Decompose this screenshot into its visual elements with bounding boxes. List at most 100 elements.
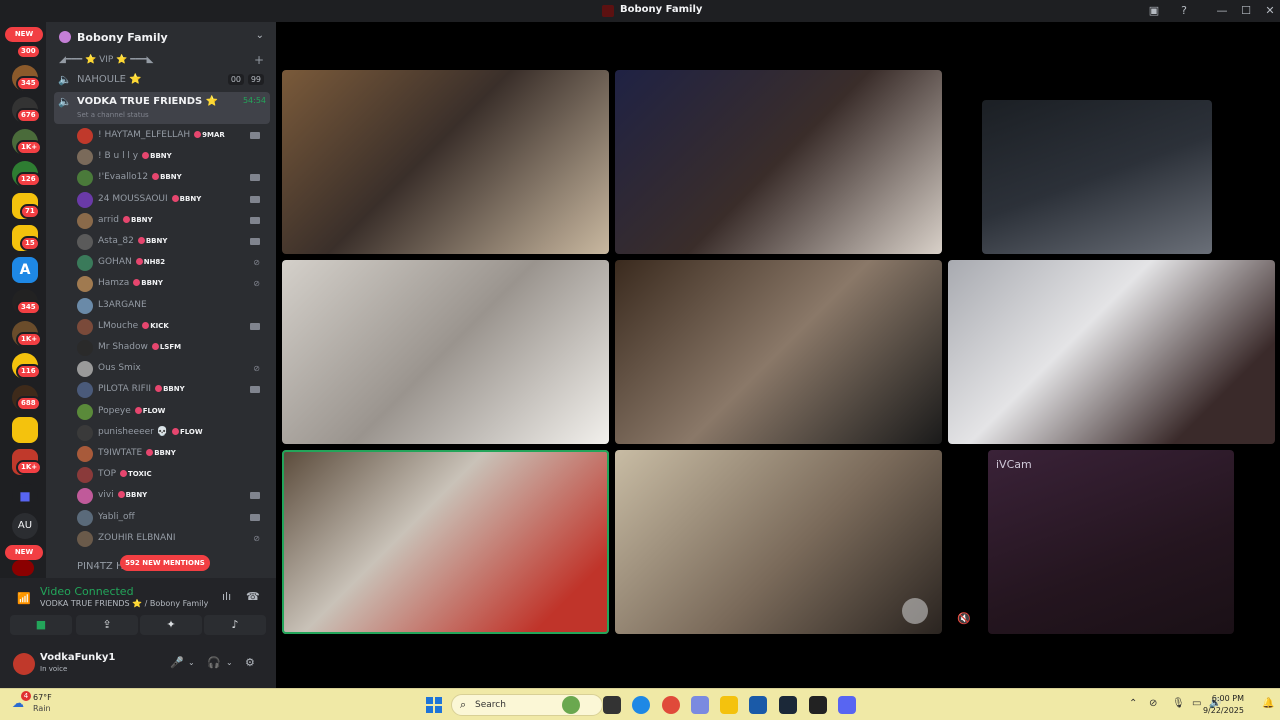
video-tile[interactable] [615,260,942,444]
taskbar-search[interactable]: ⌕ Search [451,694,603,716]
voice-member[interactable]: Yabli_off [76,508,266,528]
voice-channel-partial[interactable]: PIN4TZ H [77,561,123,572]
minimize-button[interactable]: — [1214,3,1230,19]
voice-member[interactable]: Asta_82 BBNY [76,232,266,252]
new-mentions-badge[interactable]: 592 NEW MENTIONS [120,555,210,571]
avatar [77,234,93,250]
voice-member[interactable]: Hamza BBNY ⊘ [76,274,266,294]
new-unreads-badge[interactable]: NEW [5,545,43,560]
member-name: T9IWTATE BBNY [98,448,176,458]
chevron-up-icon[interactable]: ⌃ [1129,698,1137,709]
voice-status[interactable]: Video Connected [40,585,134,598]
start-button[interactable] [426,697,442,713]
folder-icon[interactable]: ■ [12,483,38,509]
server-badge: 345 [16,76,41,91]
voice-member[interactable]: Mr Shadow LSFM [76,338,266,358]
network-icon[interactable]: ⊘ [1149,698,1157,709]
voice-member[interactable]: 24 MOUSSAOUI BBNY [76,190,266,210]
chevron-down-icon[interactable]: ⌄ [188,658,195,667]
discord-icon[interactable] [838,696,856,714]
video-tile[interactable] [982,100,1212,254]
noise-suppression-icon[interactable]: ılı [222,590,231,603]
voice-member[interactable]: ! HAYTAM_ELFELLAH 9MAR [76,126,266,146]
store-icon[interactable] [749,696,767,714]
video-tile[interactable] [615,450,942,634]
member-tag-text: KICK [150,321,169,330]
voice-member[interactable]: ZOUHIR ELBNANI ⊘ [76,529,266,549]
voice-channel-nahoule[interactable]: 🔈 NAHOULE ⭐ 00 99 [54,70,270,89]
weather-condition[interactable]: Rain [33,704,51,713]
widgets-icon[interactable] [562,696,580,714]
channel-status[interactable]: Set a channel status [77,111,149,119]
member-tag: BBNY [133,279,163,287]
obs-icon[interactable] [809,696,827,714]
chrome-icon[interactable] [662,696,680,714]
headphones-icon[interactable]: 🎧 [207,656,221,669]
voice-member[interactable]: PILOTA RIFII BBNY [76,380,266,400]
voice-member[interactable]: arrid BBNY [76,211,266,231]
video-tile[interactable] [615,70,942,254]
server-badge: 1K+ [16,460,43,475]
server-icon[interactable] [12,417,38,443]
maximize-button[interactable]: ☐ [1238,3,1254,19]
member-tag: KICK [142,321,169,330]
voice-member[interactable]: punisheeeer 💀 FLOW [76,423,266,443]
channel-sidebar: Bobony Family ⌄ ◢━━━ ⭐ VIP ⭐ ━━━◣ + 🔈 NA… [46,22,276,578]
category-label[interactable]: ◢━━━ ⭐ VIP ⭐ ━━━◣ [59,55,153,65]
server-header[interactable]: Bobony Family ⌄ [46,22,276,52]
voice-member[interactable]: LMouche KICK [76,317,266,337]
clock[interactable]: 6:00 PM 9/22/2025 [1203,693,1244,717]
video-tile-speaking[interactable] [282,450,609,634]
task-view-icon[interactable] [603,696,621,714]
microphone-icon[interactable]: 🎤 [170,656,184,669]
voice-member[interactable]: ! B u l l y BBNY [76,147,266,167]
steam-icon[interactable] [779,696,797,714]
voice-member[interactable]: GOHAN NH82 ⊘ [76,253,266,273]
server-icon[interactable]: A [12,257,38,283]
voice-member[interactable]: Popeye FLOW [76,402,266,422]
member-tag: BBNY [146,449,176,457]
close-button[interactable]: ✕ [1262,3,1278,19]
voice-channel-vodka-true-friends[interactable]: 🔈 VODKA TRUE FRIENDS ⭐ 54:54 Set a chann… [54,92,270,124]
chevron-down-icon[interactable]: ⌄ [226,658,233,667]
screen-share-button[interactable]: ⇪ [76,615,138,635]
video-tile[interactable] [948,260,1275,444]
tag-icon [134,406,142,414]
notification-icon[interactable]: 🔔 [1262,698,1274,709]
avatar[interactable] [13,653,35,675]
member-name: vivi BBNY [98,490,147,500]
activity-button[interactable]: ✦ [140,615,202,635]
disconnect-icon[interactable]: ☎ [246,590,260,603]
voice-member[interactable]: L3ARGANE [76,296,266,316]
edge-icon[interactable] [632,696,650,714]
weather-temp[interactable]: 67°F [33,693,52,702]
member-tag: FLOW [171,427,203,436]
member-name-text: Mr Shadow [98,342,148,352]
file-explorer-icon[interactable] [720,696,738,714]
voice-location[interactable]: VODKA TRUE FRIENDS ⭐ / Bobony Family [40,599,208,608]
camera-button[interactable]: ■ [10,615,72,635]
video-tile-ivcam[interactable]: iVCam [988,450,1234,634]
video-tile[interactable] [282,260,609,444]
signal-icon[interactable]: 📶 [17,592,31,605]
copilot-icon[interactable] [691,696,709,714]
member-name-text: vivi [98,490,114,501]
add-channel-icon[interactable]: + [254,53,264,67]
my-username[interactable]: VodkaFunky1 [40,652,115,663]
server-badge: 15 [20,236,40,251]
server-au[interactable]: AU [12,513,38,539]
voice-member[interactable]: vivi BBNY [76,486,266,506]
new-unreads-badge[interactable]: NEW [5,27,43,42]
inbox-icon[interactable]: ▣ [1146,3,1162,19]
voice-member[interactable]: Ous Smix ⊘ [76,359,266,379]
voice-member[interactable]: TOP TOXIC [76,465,266,485]
microphone-tray-icon[interactable]: 🎙 [1172,698,1185,709]
soundboard-button[interactable]: ♪ [204,615,266,635]
display-icon[interactable]: ▭ [1192,698,1201,709]
help-icon[interactable]: ? [1176,3,1192,19]
voice-member[interactable]: T9IWTATE BBNY [76,444,266,464]
voice-member[interactable]: !'Evaallo12 BBNY [76,168,266,188]
video-tile[interactable] [282,70,609,254]
gear-icon[interactable]: ⚙ [245,656,255,669]
server-icon[interactable] [12,560,34,576]
